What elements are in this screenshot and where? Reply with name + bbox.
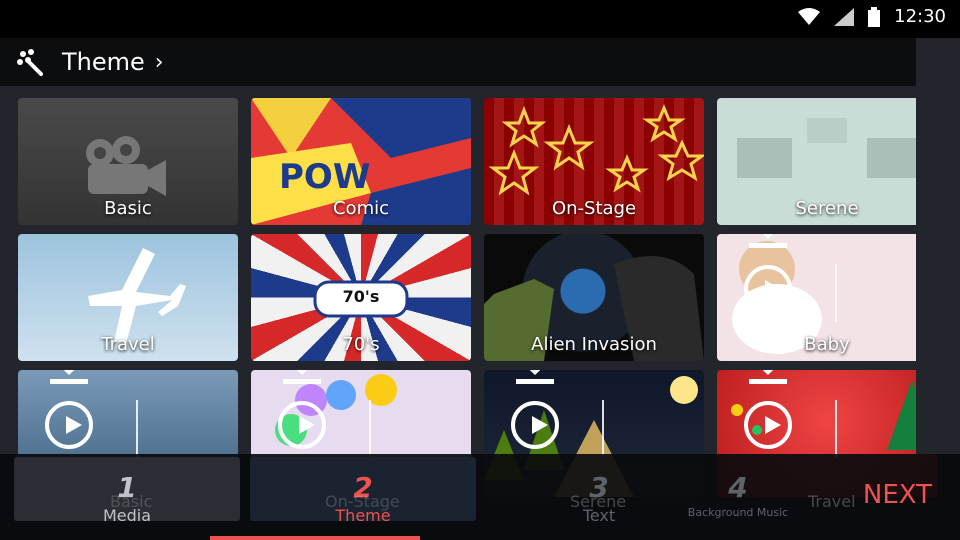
download-icon[interactable] xyxy=(48,370,90,385)
divider xyxy=(369,399,371,458)
next-button[interactable]: NEXT xyxy=(863,480,932,510)
overlay-label-on-stage: On-Stage xyxy=(325,492,400,511)
signal-icon xyxy=(834,7,855,26)
download-icon[interactable] xyxy=(281,370,323,385)
overlay-label-serene: Serene xyxy=(570,492,627,511)
theme-grid-area: Basic POW Comic On-Stage Serene Travel 7… xyxy=(0,86,960,497)
status-bar: 12:30 xyxy=(0,0,960,38)
step-navigation-bar: 1 Media 2 Theme 3 Text 4 Background Musi… xyxy=(0,454,960,540)
divider xyxy=(602,399,604,458)
theme-tile[interactable]: POW Comic xyxy=(251,98,471,225)
theme-name: Serene xyxy=(795,198,859,219)
70s-badge-text: 70's xyxy=(342,287,380,306)
divider xyxy=(136,399,138,458)
divider xyxy=(835,263,837,322)
theme-tile[interactable]: Serene xyxy=(717,98,937,225)
download-icon[interactable] xyxy=(747,370,789,385)
theme-tile[interactable]: On-Stage xyxy=(484,98,704,225)
download-icon[interactable] xyxy=(514,370,556,385)
theme-name: Baby xyxy=(804,334,850,355)
overlay-label-travel: Travel xyxy=(808,492,856,511)
step-progress-indicator xyxy=(210,536,420,540)
right-edge xyxy=(916,38,960,454)
page-title: Theme xyxy=(62,48,145,76)
magic-wand-icon xyxy=(17,49,43,76)
theme-tile[interactable]: Basic xyxy=(18,98,238,225)
download-icon[interactable] xyxy=(747,234,789,249)
theme-name: Comic xyxy=(332,198,389,219)
theme-grid: Basic POW Comic On-Stage Serene Travel 7… xyxy=(18,98,937,497)
step-background-music[interactable]: 4 Background Music xyxy=(625,457,851,521)
play-preview-button[interactable] xyxy=(744,400,792,449)
svg-text:POW: POW xyxy=(279,157,370,197)
theme-name: Basic xyxy=(104,198,152,219)
play-preview-button[interactable] xyxy=(511,400,559,449)
step-theme[interactable]: 2 Theme xyxy=(250,457,476,525)
theme-tile[interactable]: Travel xyxy=(18,234,238,361)
play-preview-button[interactable] xyxy=(278,400,326,449)
play-preview-button[interactable] xyxy=(45,400,93,449)
chevron-right-icon[interactable]: › xyxy=(155,50,164,75)
battery-icon xyxy=(868,6,881,27)
clock: 12:30 xyxy=(894,6,946,27)
theme-header[interactable]: Theme › xyxy=(0,38,916,86)
theme-name: Alien Invasion xyxy=(531,334,657,355)
theme-name: Travel xyxy=(101,334,155,355)
theme-tile[interactable]: 70's 70's xyxy=(251,234,471,361)
theme-name: On-Stage xyxy=(551,198,637,219)
overlay-label-basic: Basic xyxy=(110,492,153,511)
play-preview-button[interactable] xyxy=(744,264,792,313)
theme-tile[interactable]: Alien Invasion xyxy=(484,234,704,361)
step-media[interactable]: 1 Media xyxy=(14,457,240,525)
theme-tile[interactable]: Baby xyxy=(717,234,937,361)
theme-name: 70's xyxy=(342,334,380,355)
divider xyxy=(835,399,837,458)
wifi-icon xyxy=(798,7,821,25)
